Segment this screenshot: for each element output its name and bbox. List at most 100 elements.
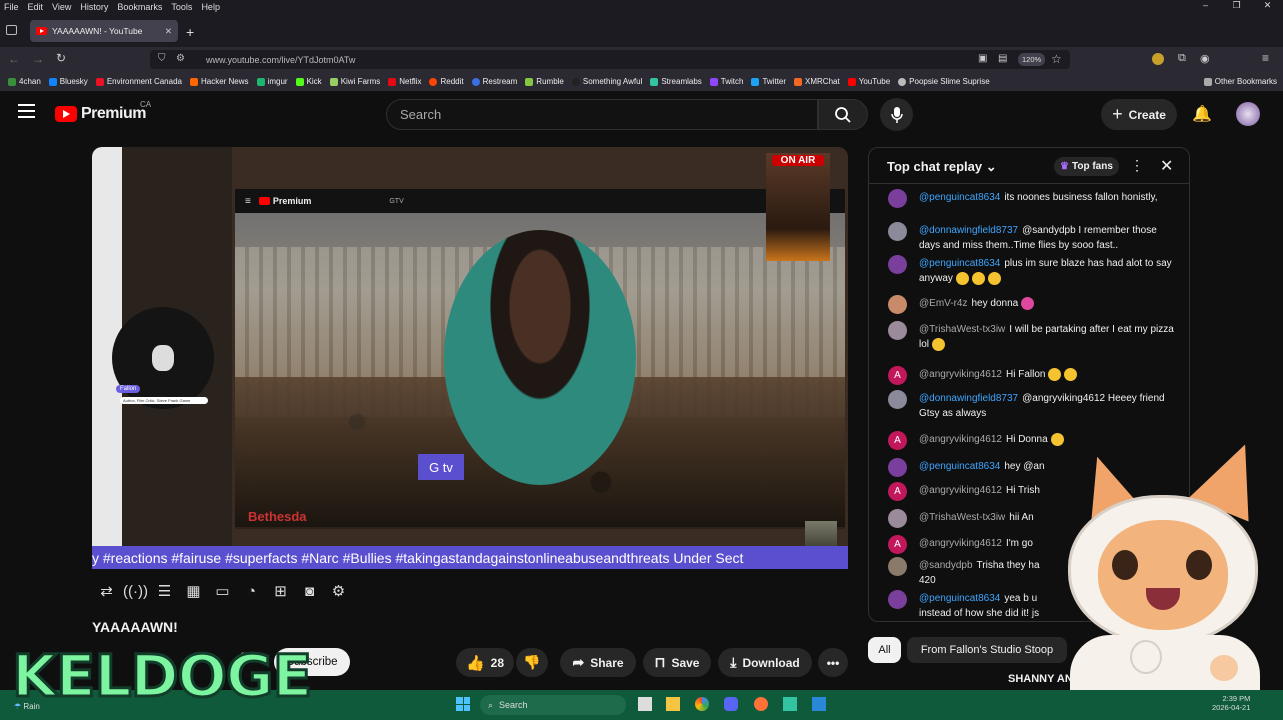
chip-all[interactable]: All — [868, 637, 901, 663]
firefox-icon[interactable] — [754, 697, 768, 711]
bookmark-bluesky[interactable]: Bluesky — [48, 77, 88, 86]
bookmark-twitter[interactable]: Twitter — [751, 77, 786, 86]
menu-help[interactable]: Help — [201, 2, 220, 12]
word-icon[interactable] — [812, 697, 826, 711]
share-button[interactable]: ➦ Share — [560, 648, 636, 677]
video-player[interactable]: ≡ Premium GTV G tv Bethesda ON AIR Fallo… — [92, 147, 848, 569]
search-button[interactable] — [818, 99, 868, 130]
bookmark-4chan[interactable]: 4chan — [8, 77, 41, 86]
copilot-icon[interactable] — [695, 697, 709, 711]
close-tab-icon[interactable]: ✕ — [165, 26, 172, 37]
speed-icon[interactable]: ◔ — [237, 583, 266, 600]
minimize-icon[interactable]: – — [1190, 0, 1221, 13]
notifications-bell-icon[interactable]: 🔔 — [1192, 104, 1212, 124]
discord-icon[interactable] — [724, 697, 738, 711]
zoom-level[interactable]: 120% — [1018, 53, 1046, 66]
chat-author[interactable]: @sandydpb — [919, 560, 973, 571]
chat-author[interactable]: @TrishaWest-tx3iw — [919, 324, 1005, 335]
chat-more-icon[interactable]: ⋮ — [1130, 157, 1144, 174]
bookmark-reddit[interactable]: Reddit — [429, 77, 464, 86]
shield-icon[interactable]: ⛉ — [158, 53, 166, 64]
bookmark-something-awful[interactable]: Something Awful — [571, 77, 642, 86]
picture-in-picture-icon[interactable]: ▣ — [978, 53, 987, 64]
download-button[interactable]: ⤓ Download — [718, 648, 812, 677]
chat-author[interactable]: @donnawingfield8737 — [919, 393, 1018, 404]
taskbar-search[interactable]: ⌕ Search — [480, 695, 626, 715]
windows-start-icon[interactable] — [456, 697, 470, 711]
bookmark-star-icon[interactable]: ☆ — [1051, 52, 1062, 66]
chat-author[interactable]: @penguincat8634 — [919, 192, 1000, 203]
create-button[interactable]: + Create — [1101, 99, 1177, 130]
bookmark-imgur[interactable]: imgur — [256, 77, 288, 86]
search-input[interactable]: Search — [386, 99, 818, 130]
app-menu-icon[interactable]: ≡ — [1262, 51, 1269, 65]
menu-edit[interactable]: Edit — [28, 2, 44, 12]
chat-mode-dropdown[interactable]: Top chat replay ⌄ — [887, 159, 997, 175]
more-actions-button[interactable]: ••• — [818, 648, 848, 677]
avatar[interactable] — [1236, 102, 1260, 126]
chat-author[interactable]: @angryviking4612 — [919, 538, 1002, 549]
theater-mode-icon[interactable]: ▭ — [208, 582, 237, 600]
close-window-icon[interactable]: ✕ — [1252, 0, 1283, 13]
chat-author[interactable]: @TrishaWest-tx3iw — [919, 512, 1005, 523]
chat-author[interactable]: @penguincat8634 — [919, 593, 1000, 604]
bookmark-streamlabs[interactable]: Streamlabs — [650, 77, 702, 86]
clip-icon[interactable]: ▦ — [179, 582, 208, 600]
loop-icon[interactable]: ⇄ — [92, 582, 121, 600]
close-chat-icon[interactable]: ✕ — [1160, 156, 1173, 176]
chip-studio[interactable]: From Fallon's Studio Stoop — [907, 637, 1067, 663]
maximize-icon[interactable]: ❐ — [1221, 0, 1252, 13]
bookmark-xmrchat[interactable]: XMRChat — [794, 77, 840, 86]
menu-view[interactable]: View — [52, 2, 71, 12]
menu-file[interactable]: File — [4, 2, 19, 12]
bookmark-poopsie[interactable]: Poopsie Slime Suprise — [898, 77, 990, 86]
youtube-logo-icon[interactable] — [55, 106, 77, 122]
save-button[interactable]: ⊓ Save — [643, 648, 711, 677]
bookmark-environment-canada[interactable]: Environment Canada — [95, 77, 182, 86]
browser-tab[interactable]: YAAAAAWN! - YouTube ✕ — [30, 20, 178, 42]
permissions-icon[interactable]: ⚙ — [176, 53, 185, 64]
bookmark-rumble[interactable]: Rumble — [525, 77, 564, 86]
extension-icon[interactable] — [1152, 53, 1164, 65]
back-icon[interactable]: ← — [8, 52, 20, 66]
menu-tools[interactable]: Tools — [171, 2, 192, 12]
chat-author[interactable]: @EmV-r4z — [919, 298, 968, 309]
reload-icon[interactable]: ↻ — [56, 51, 66, 65]
bookmark-kick[interactable]: Kick — [295, 77, 322, 86]
reader-view-icon[interactable]: ▤ — [998, 53, 1007, 64]
bookmark-twitch[interactable]: Twitch — [709, 77, 743, 86]
system-clock[interactable]: 2:39 PM 2026-04-21 — [1212, 694, 1250, 712]
chat-author[interactable]: @penguincat8634 — [919, 258, 1000, 269]
chat-author[interactable]: @angryviking4612 — [919, 485, 1002, 496]
menu-bookmarks[interactable]: Bookmarks — [117, 2, 162, 12]
voice-search-button[interactable] — [880, 98, 913, 131]
bookmark-kiwi-farms[interactable]: Kiwi Farms — [329, 77, 380, 86]
bookmark-hacker-news[interactable]: Hacker News — [189, 77, 249, 86]
chat-author[interactable]: @penguincat8634 — [919, 461, 1000, 472]
screenshot-icon[interactable]: ◙ — [295, 583, 324, 600]
extensions-puzzle-icon[interactable]: ⧉ — [1178, 52, 1186, 65]
new-tab-icon[interactable]: + — [186, 24, 194, 40]
file-explorer-icon[interactable] — [666, 697, 680, 711]
bookmark-netflix[interactable]: Netflix — [388, 77, 421, 86]
streamlabs-icon[interactable] — [783, 697, 797, 711]
hamburger-menu-icon[interactable] — [18, 104, 35, 118]
address-bar[interactable]: www.youtube.com/live/YTdJotm0ATw — [150, 50, 1070, 69]
account-icon[interactable]: ◉ — [1200, 52, 1210, 65]
chat-author[interactable]: @angryviking4612 — [919, 369, 1002, 380]
broadcast-icon[interactable]: ((·)) — [121, 583, 150, 600]
top-fans-button[interactable]: ♛ Top fans — [1054, 157, 1119, 176]
chat-author[interactable]: @donnawingfield8737 — [919, 225, 1018, 236]
playlist-icon[interactable]: ☰ — [150, 582, 179, 600]
youtube-premium-wordmark[interactable]: Premium — [81, 105, 146, 123]
bookmark-youtube[interactable]: YouTube — [847, 77, 890, 86]
dislike-button[interactable]: 👎 — [516, 648, 548, 677]
forward-icon[interactable]: → — [32, 52, 44, 66]
like-button[interactable]: 👍 28 — [456, 648, 514, 677]
other-bookmarks[interactable]: Other Bookmarks — [1203, 77, 1277, 86]
tab-overview-icon[interactable] — [6, 25, 17, 35]
chat-author[interactable]: @angryviking4612 — [919, 434, 1002, 445]
add-to-queue-icon[interactable]: ⊞ — [266, 582, 295, 600]
task-view-icon[interactable] — [638, 697, 652, 711]
settings-gear-icon[interactable]: ⚙ — [324, 582, 353, 600]
